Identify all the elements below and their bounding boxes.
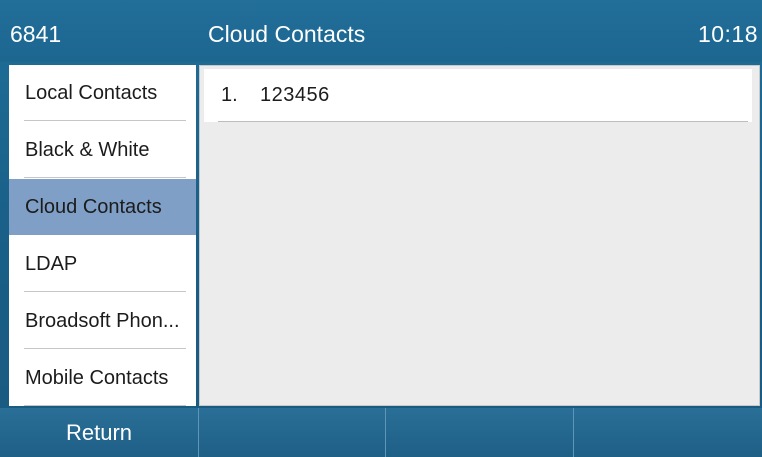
list-item[interactable]: 1. 123456 (204, 69, 752, 122)
softkey-3[interactable] (386, 408, 574, 457)
sidebar-item-mobile-contacts[interactable]: Mobile Contacts (9, 350, 196, 406)
sidebar-item-label: Cloud Contacts (25, 195, 162, 218)
softkey-2[interactable] (199, 408, 386, 457)
list-item-name: 123456 (260, 84, 330, 106)
sidebar-item-label: Local Contacts (25, 81, 158, 104)
extension-number: 6841 (10, 21, 62, 47)
phone-screen: 6841 Cloud Contacts 10:18 Local Contacts… (0, 0, 762, 457)
sidebar-item-broadsoft-phonebook[interactable]: Broadsoft Phon... (9, 293, 196, 349)
divider (24, 348, 186, 349)
sidebar-item-label: Broadsoft Phon... (25, 309, 180, 332)
sidebar-item-label: LDAP (25, 252, 78, 275)
divider (24, 120, 186, 121)
divider (24, 177, 186, 178)
list-item-index: 1. (221, 84, 238, 106)
return-softkey[interactable]: Return (0, 408, 199, 457)
sidebar-item-label: Mobile Contacts (25, 366, 169, 389)
sidebar-item-label: Black & White (25, 138, 150, 161)
softkey-4[interactable] (574, 408, 762, 457)
contact-list-panel: 1. 123456 (199, 65, 760, 406)
softkey-label: Return (65, 419, 133, 445)
softkey-bar: Return (0, 408, 762, 457)
divider (24, 291, 186, 292)
sidebar-item-local-contacts[interactable]: Local Contacts (9, 65, 196, 121)
sidebar-item-black-white[interactable]: Black & White (9, 122, 196, 178)
divider (24, 405, 186, 406)
page-title: Cloud Contacts (208, 21, 366, 47)
divider (218, 121, 748, 122)
contacts-category-list: Local Contacts Black & White Cloud Conta… (9, 65, 196, 406)
sidebar-item-ldap[interactable]: LDAP (9, 236, 196, 292)
clock-time: 10:18 (697, 21, 758, 47)
sidebar-item-cloud-contacts[interactable]: Cloud Contacts (9, 179, 196, 235)
title-bar: 6841 Cloud Contacts 10:18 (0, 0, 762, 62)
